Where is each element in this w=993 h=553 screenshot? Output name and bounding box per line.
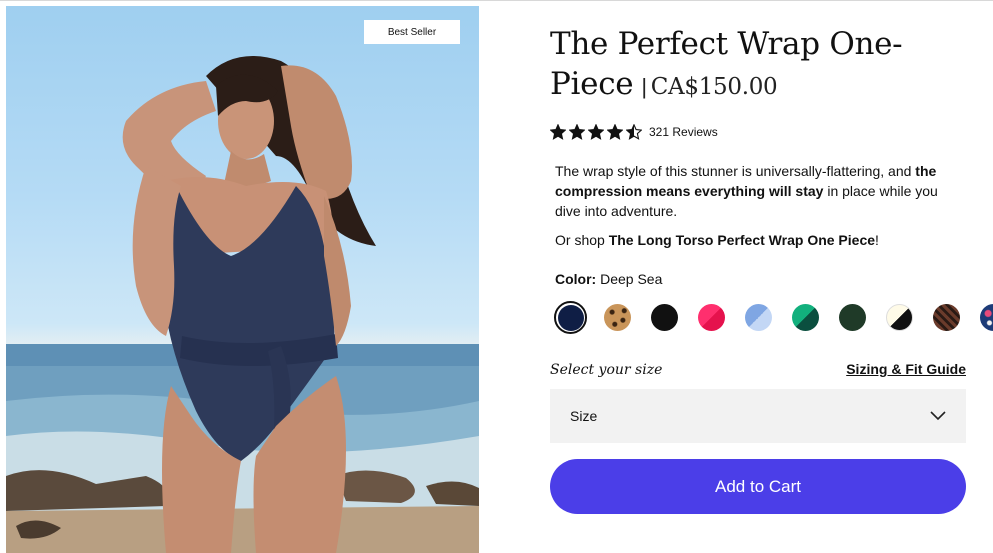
chevron-down-icon — [930, 411, 946, 421]
swatch-floral[interactable] — [977, 301, 993, 334]
product-price: CA$150.00 — [650, 74, 778, 100]
color-value: Deep Sea — [600, 271, 663, 287]
description-text: The wrap style of this stunner is univer… — [555, 163, 916, 179]
top-divider — [0, 0, 993, 1]
rating-row[interactable]: 321 Reviews — [550, 123, 966, 141]
star-icon — [588, 124, 604, 140]
description-text: ! — [875, 232, 879, 248]
title-separator: | — [641, 74, 647, 99]
product-description: The wrap style of this stunner is univer… — [555, 161, 967, 250]
swatch-periwinkle[interactable] — [742, 301, 775, 334]
swatch-stripe[interactable] — [930, 301, 963, 334]
size-prompt: Select your size — [550, 362, 663, 378]
swatch-black-white[interactable] — [883, 301, 916, 334]
swatch-black[interactable] — [648, 301, 681, 334]
swatch-pink-red[interactable] — [695, 301, 728, 334]
swatch-pink-red-fill — [698, 304, 725, 331]
swatch-deep-sea[interactable] — [554, 301, 587, 334]
swatch-floral-fill — [980, 304, 993, 331]
swatch-forest-fill — [839, 304, 866, 331]
reviews-link[interactable]: 321 Reviews — [649, 125, 718, 139]
color-label: Color: — [555, 271, 597, 287]
swatch-black-white-fill — [886, 304, 913, 331]
star-icon — [569, 124, 585, 140]
description-paragraph-1: The wrap style of this stunner is univer… — [555, 161, 967, 221]
swatch-forest[interactable] — [836, 301, 869, 334]
product-title-block: The Perfect Wrap One-Piece | CA$150.00 — [550, 24, 966, 107]
star-icon — [550, 124, 566, 140]
add-to-cart-button[interactable]: Add to Cart — [550, 459, 966, 514]
swatch-deep-sea-fill — [557, 304, 584, 331]
product-photo-illustration — [6, 56, 479, 553]
rating-stars — [550, 124, 642, 140]
swatch-periwinkle-fill — [745, 304, 772, 331]
color-swatches — [554, 301, 993, 334]
swatch-leopard[interactable] — [601, 301, 634, 334]
color-label-row: Color: Deep Sea — [555, 271, 662, 287]
star-icon — [626, 124, 642, 140]
long-torso-link[interactable]: The Long Torso Perfect Wrap One Piece — [609, 232, 875, 248]
product-image[interactable]: Best Seller — [6, 6, 479, 553]
swatch-leopard-fill — [604, 304, 631, 331]
description-paragraph-2: Or shop The Long Torso Perfect Wrap One … — [555, 230, 967, 250]
sizing-fit-guide-link[interactable]: Sizing & Fit Guide — [846, 361, 966, 377]
star-icon — [607, 124, 623, 140]
swatch-green-teal[interactable] — [789, 301, 822, 334]
swatch-black-fill — [651, 304, 678, 331]
product-info: The Perfect Wrap One-Piece | CA$150.00 321… — [550, 24, 993, 514]
swatch-stripe-fill — [933, 304, 960, 331]
size-select-value: Size — [570, 408, 598, 424]
size-select[interactable]: Size — [550, 389, 966, 443]
best-seller-badge: Best Seller — [364, 20, 460, 44]
swatch-green-teal-fill — [792, 304, 819, 331]
description-text: Or shop — [555, 232, 609, 248]
size-row: Select your size Sizing & Fit Guide — [550, 361, 966, 378]
